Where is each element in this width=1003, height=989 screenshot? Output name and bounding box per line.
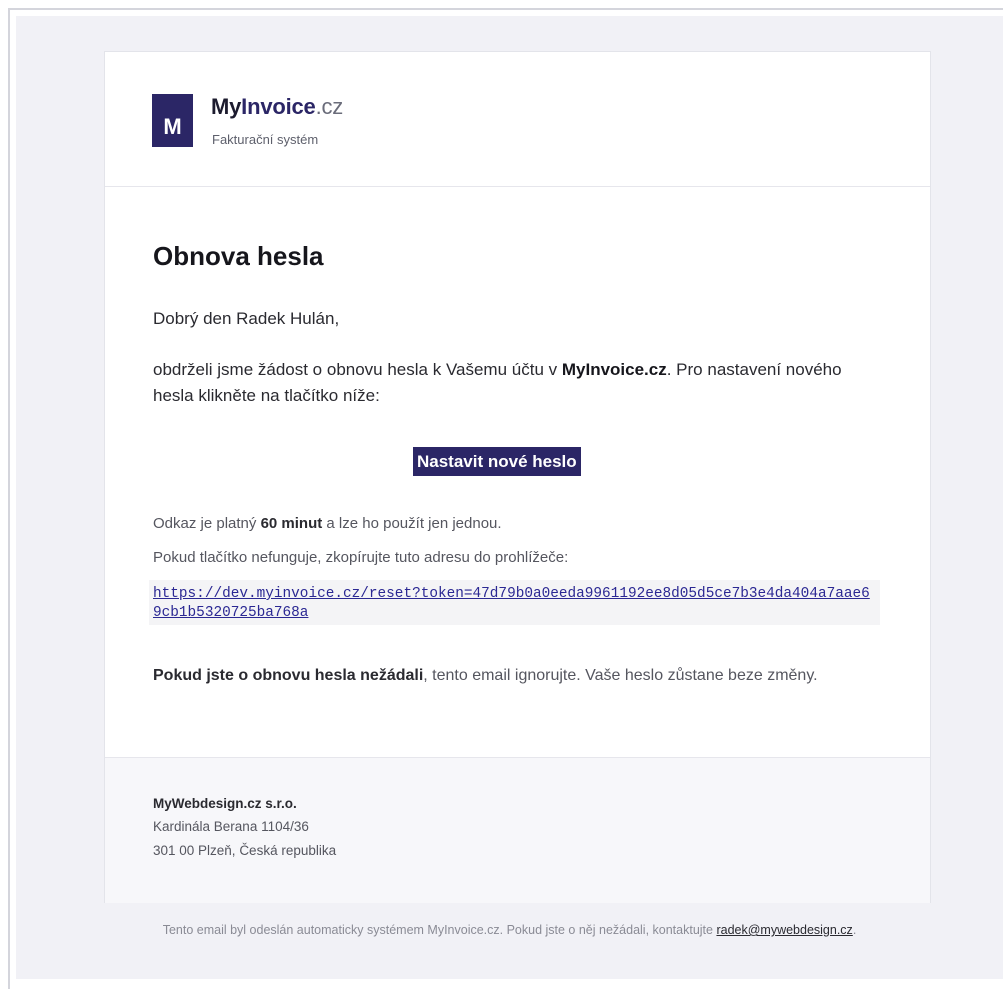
email-header: M MyInvoice.cz Fakturační systém — [105, 52, 930, 187]
reset-url-link[interactable]: https://dev.myinvoice.cz/reset?token=47d… — [153, 586, 870, 621]
email-canvas: M MyInvoice.cz Fakturační systém Obnova … — [16, 16, 1003, 979]
ignore-warning: Pokud jste o obnovu hesla nežádali, tent… — [153, 664, 888, 688]
warning-text: , tento email ignorujte. Vaše heslo zůst… — [423, 667, 818, 684]
reset-url-box: https://dev.myinvoice.cz/reset?token=47d… — [149, 580, 880, 625]
brand-name: MyInvoice.cz — [211, 94, 343, 120]
logo-icon: M — [152, 94, 193, 147]
fallback-note: Pokud tlačítko nefunguje, zkopírujte tut… — [153, 549, 569, 566]
validity-note: Odkaz je platný 60 minut a lze ho použít… — [153, 515, 502, 532]
warning-bold: Pokud jste o obnovu hesla nežádali — [153, 667, 424, 684]
validity-duration: 60 minut — [260, 515, 323, 532]
contact-email-link[interactable]: radek@mywebdesign.cz — [716, 923, 852, 937]
validity-suffix: a lze ho použít jen jednou. — [322, 515, 502, 532]
company-name: MyWebdesign.cz s.r.o. — [153, 796, 297, 811]
intro-paragraph: obdrželi jsme žádost o obnovu hesla k Va… — [153, 357, 885, 409]
intro-brand: MyInvoice.cz — [561, 360, 667, 379]
logo-letter: M — [163, 114, 182, 139]
set-new-password-button[interactable]: Nastavit nové heslo — [413, 447, 581, 476]
brand-tagline: Fakturační systém — [212, 132, 319, 147]
page-title: Obnova hesla — [153, 241, 324, 271]
intro-prefix: obdrželi jsme žádost o obnovu hesla k Va… — [153, 360, 562, 379]
email-card: M MyInvoice.cz Fakturační systém Obnova … — [104, 51, 931, 903]
automatic-email-note: Tento email byl odeslán automaticky syst… — [16, 923, 1003, 937]
brand-part-my: My — [211, 94, 242, 119]
address-line-1: Kardinála Berana 1104/36 — [153, 819, 309, 834]
greeting: Dobrý den Radek Hulán, — [153, 309, 340, 328]
address-line-2: 301 00 Plzeň, Česká republika — [153, 843, 337, 858]
validity-prefix: Odkaz je platný — [153, 515, 261, 532]
bottom-end: . — [852, 923, 857, 937]
brand-part-domain: .cz — [315, 94, 344, 119]
bottom-text: Tento email byl odeslán automaticky syst… — [162, 923, 717, 937]
brand-part-invoice: Invoice — [241, 94, 316, 119]
email-footer: MyWebdesign.cz s.r.o. Kardinála Berana 1… — [105, 757, 930, 903]
